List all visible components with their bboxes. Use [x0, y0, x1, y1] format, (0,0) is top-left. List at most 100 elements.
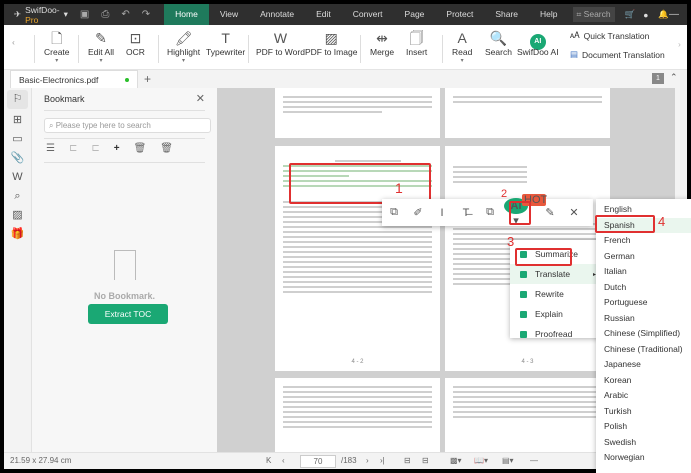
prev-page-button[interactable]: ‹: [282, 456, 285, 465]
pdf-to-image-button[interactable]: ▨ PDF to Image: [305, 29, 357, 57]
ai-menu-proofread[interactable]: Proofread: [510, 324, 600, 344]
page-number: 4 - 2: [351, 359, 364, 365]
translate-icon[interactable]: ⧉: [478, 206, 502, 219]
pdf-to-word-button[interactable]: W PDF to Word: [256, 29, 305, 57]
extract-toc-button[interactable]: Extract TOC: [88, 304, 168, 324]
attachment-icon[interactable]: 📎: [4, 149, 31, 168]
print-icon[interactable]: ⎙: [101, 9, 109, 20]
ribbon-scroll-left[interactable]: ‹: [12, 37, 15, 47]
redo-icon[interactable]: ↷: [142, 9, 150, 20]
save-icon[interactable]: ▣: [80, 9, 89, 20]
highlight-icon: 🖍: [174, 30, 193, 46]
collapse-icon[interactable]: ⌃: [670, 72, 678, 83]
menu-annotate[interactable]: Annotate: [249, 4, 305, 25]
title-search[interactable]: ⌗ Search: [572, 7, 615, 22]
first-page-button[interactable]: K: [266, 456, 271, 465]
add-icon[interactable]: +: [114, 143, 120, 154]
comments-icon[interactable]: ▭: [4, 130, 31, 149]
search-button[interactable]: 🔍 Search: [485, 29, 512, 57]
delete-icon[interactable]: 🗑: [134, 143, 147, 154]
selection-highlight-box: [289, 163, 431, 204]
note-icon[interactable]: ✎: [538, 206, 562, 219]
create-button[interactable]: 🗋 Create ▾: [44, 29, 70, 64]
menu-convert[interactable]: Convert: [342, 4, 394, 25]
document-translation-button[interactable]: ▤ Document Translation: [570, 49, 665, 60]
page-number: 4 - 3: [521, 359, 534, 365]
lang-french[interactable]: French: [596, 233, 691, 249]
thumbnails-icon[interactable]: ⊞: [4, 111, 31, 130]
lang-chinese-simplified[interactable]: Chinese (Simplified): [596, 326, 691, 342]
strikethrough-icon[interactable]: T̶: [454, 207, 478, 219]
highlight-button[interactable]: 🖍 Highlight ▾: [167, 29, 200, 64]
lang-russian[interactable]: Russian: [596, 311, 691, 327]
close-toolbar-icon[interactable]: ✕: [562, 206, 586, 219]
text-cursor-icon[interactable]: I: [430, 207, 454, 219]
read-mode-icon[interactable]: 📖▾: [474, 456, 488, 465]
menu-help[interactable]: Help: [529, 4, 568, 25]
lang-chinese-traditional[interactable]: Chinese (Traditional): [596, 342, 691, 358]
ribbon-scroll-right[interactable]: ›: [678, 39, 681, 49]
delete-all-icon[interactable]: 🗑: [160, 143, 173, 154]
insert-button[interactable]: 🗍 Insert: [406, 29, 427, 57]
page-layout-icon[interactable]: ▤▾: [502, 456, 514, 465]
add-sibling-icon[interactable]: ⊏: [91, 143, 99, 154]
ocr-button[interactable]: ⊡ OCR: [126, 29, 145, 57]
edit-all-button[interactable]: ✎ Edit All ▾: [88, 29, 114, 64]
fit-icon[interactable]: ▩▾: [450, 456, 462, 465]
word-icon: W: [273, 30, 288, 46]
copy-icon[interactable]: ⧉: [382, 206, 406, 219]
typewriter-button[interactable]: T Typewriter: [206, 29, 245, 57]
merge-button[interactable]: ⇹ Merge: [370, 29, 394, 57]
image-panel-icon[interactable]: ▨: [4, 206, 31, 225]
menu-edit[interactable]: Edit: [305, 4, 342, 25]
lang-italian[interactable]: Italian: [596, 264, 691, 280]
lang-norwegian[interactable]: Norwegian: [596, 450, 691, 466]
document-tab[interactable]: Basic-Electronics.pdf: [10, 70, 138, 88]
lang-korean[interactable]: Korean: [596, 373, 691, 389]
back-icon[interactable]: ⊟: [404, 456, 411, 465]
page-badge: 1: [652, 73, 664, 84]
ai-menu-translate[interactable]: Translate ▸: [510, 264, 600, 284]
list-icon[interactable]: ☰: [46, 143, 55, 154]
ocr-icon: ⊡: [129, 30, 142, 46]
menu-protect[interactable]: Protect: [435, 4, 484, 25]
gift-icon[interactable]: 🎁: [4, 225, 31, 244]
ai-menu-explain[interactable]: Explain: [510, 304, 600, 324]
forward-icon[interactable]: ⊟: [422, 456, 429, 465]
zoom-out-button[interactable]: —: [530, 456, 538, 465]
menu-share[interactable]: Share: [484, 4, 529, 25]
account-icon[interactable]: ●: [643, 10, 648, 20]
bookmark-icon[interactable]: ⚐: [7, 90, 28, 109]
lang-portuguese[interactable]: Portuguese: [596, 295, 691, 311]
add-child-icon[interactable]: ⊏: [69, 143, 77, 154]
lang-dutch[interactable]: Dutch: [596, 280, 691, 296]
minimize-button[interactable]: —: [669, 9, 679, 20]
next-page-button[interactable]: ›: [366, 456, 369, 465]
lang-swedish[interactable]: Swedish: [596, 435, 691, 451]
lang-polish[interactable]: Polish: [596, 419, 691, 435]
lang-japanese[interactable]: Japanese: [596, 357, 691, 373]
bookmark-search-input[interactable]: ⌕ Please type here to search: [44, 118, 211, 133]
lang-arabic[interactable]: Arabic: [596, 388, 691, 404]
menu-home[interactable]: Home: [164, 4, 209, 25]
step-label: 1: [395, 180, 403, 196]
lang-turkish[interactable]: Turkish: [596, 404, 691, 420]
app-menu-button[interactable]: ✈ SwifDoo-Pro ▾: [14, 5, 68, 25]
ai-menu-rewrite[interactable]: Rewrite: [510, 284, 600, 304]
lang-german[interactable]: German: [596, 249, 691, 265]
highlight-pen-icon[interactable]: ✐: [406, 206, 430, 219]
quick-translation-button[interactable]: 🗚 Quick Translation: [570, 30, 649, 41]
cart-icon[interactable]: 🛒: [625, 9, 636, 20]
page-number-input[interactable]: 70: [300, 455, 336, 468]
bell-icon[interactable]: 🔔: [658, 9, 669, 20]
read-button[interactable]: A Read ▾: [452, 29, 472, 64]
search-icon[interactable]: ⌕: [4, 187, 31, 206]
swifdoo-ai-button[interactable]: AI SwifDoo AI: [517, 29, 559, 57]
menu-view[interactable]: View: [209, 4, 249, 25]
last-page-button[interactable]: ›|: [380, 456, 385, 465]
menu-page[interactable]: Page: [394, 4, 436, 25]
new-tab-button[interactable]: +: [144, 72, 151, 86]
undo-icon[interactable]: ↶: [121, 9, 129, 20]
close-panel-icon[interactable]: ✕: [196, 92, 205, 105]
word-panel-icon[interactable]: W: [4, 168, 31, 187]
